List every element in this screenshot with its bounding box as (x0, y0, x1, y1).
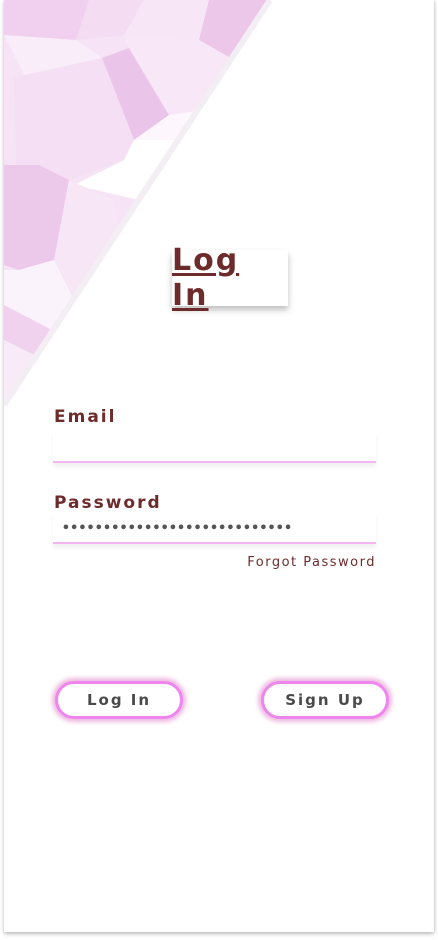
login-button[interactable]: Log In (55, 681, 183, 719)
decorative-polygon-background (4, 0, 273, 407)
page-title: Log In (172, 243, 240, 313)
email-label: Email (54, 407, 117, 427)
password-label: Password (54, 493, 162, 513)
email-field[interactable] (53, 431, 376, 463)
page-title-box: Log In (172, 243, 288, 313)
password-masked-value: •••••••••••••••••••••••••••• (62, 521, 293, 536)
signup-button[interactable]: Sign Up (261, 681, 389, 719)
forgot-password-link[interactable]: Forgot Password (247, 555, 376, 570)
login-screen: Log In Email Password ••••••••••••••••••… (4, 0, 434, 932)
